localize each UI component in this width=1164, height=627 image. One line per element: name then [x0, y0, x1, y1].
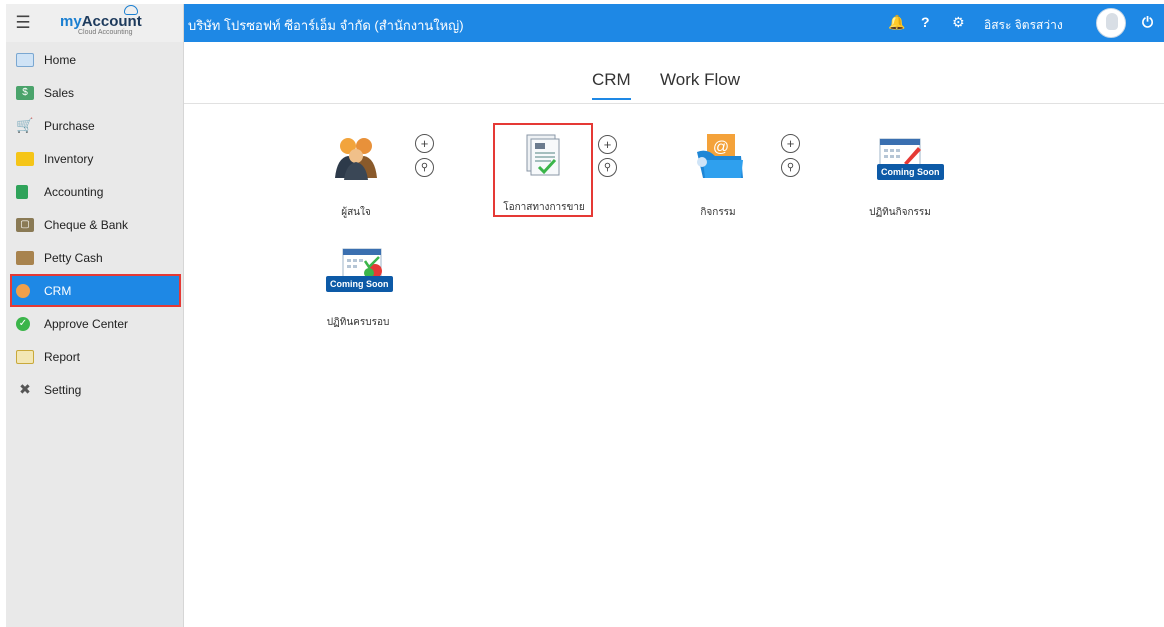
sidebar-item-label: Accounting — [44, 184, 104, 199]
help-icon[interactable]: ? — [921, 14, 930, 30]
bell-icon[interactable]: 🔔 — [888, 14, 905, 31]
book-icon — [16, 184, 28, 199]
tile-activity: @ + ⚲ กิจกรรม — [683, 127, 800, 218]
sidebar-item-crm[interactable]: CRM — [10, 274, 181, 307]
sales-icon: $ — [16, 85, 34, 100]
tools-icon: ✖ — [19, 381, 31, 397]
sidebar-item-label: Cheque & Bank — [44, 217, 129, 232]
coming-soon-badge: Coming Soon — [326, 276, 393, 292]
hamburger-menu-icon[interactable]: ☰ — [6, 13, 40, 33]
tile-label[interactable]: ปฏิทินครบรอบ — [303, 315, 413, 330]
sidebar-item-petty-cash[interactable]: Petty Cash — [6, 241, 183, 274]
sidebar-item-label: CRM — [44, 283, 72, 298]
sidebar-item-label: Setting — [44, 382, 82, 397]
sidebar-item-label: Approve Center — [44, 316, 129, 331]
logo-subtitle: Cloud Accounting — [78, 29, 133, 36]
top-bar: บริษัท โปรซอฟท์ ซีอาร์เอ็ม จำกัด (สำนักง… — [184, 4, 1164, 42]
logo-brand: myAccount — [60, 13, 142, 30]
sidebar-item-home[interactable]: Home — [6, 43, 183, 76]
tile-label[interactable]: ผู้สนใจ — [301, 205, 411, 220]
svg-text:@: @ — [713, 139, 729, 156]
tile-anniversary-calendar: Coming Soon ปฏิทินครบรอบ — [303, 237, 413, 330]
avatar[interactable] — [1096, 8, 1126, 38]
document-check-icon[interactable] — [525, 133, 563, 177]
tile-activity-calendar: Coming Soon ปฏิทินกิจกรรม — [845, 127, 955, 220]
sidebar-item-approve-center[interactable]: ✓ Approve Center — [6, 307, 183, 340]
check-icon: ✓ — [16, 316, 30, 331]
search-icon[interactable]: ⚲ — [598, 158, 617, 177]
add-icon[interactable]: + — [598, 135, 617, 154]
wallet-icon — [16, 250, 34, 265]
tile-label[interactable]: ปฏิทินกิจกรรม — [845, 205, 955, 220]
sidebar-item-label: Report — [44, 349, 81, 364]
sidebar: ☰ myAccount Cloud Accounting Home $ Sale… — [6, 4, 184, 627]
app-logo[interactable]: myAccount Cloud Accounting — [40, 4, 160, 42]
bank-icon: ▢ — [16, 217, 34, 232]
power-icon[interactable]: ⏻ — [1142, 14, 1153, 31]
add-icon[interactable]: + — [415, 134, 434, 153]
gear-icon[interactable]: ⚙ — [952, 14, 965, 31]
sidebar-menu: Home $ Sales 🛒 Purchase Inventory Accoun… — [6, 43, 183, 406]
tab-bar: CRM Work Flow — [184, 42, 1164, 104]
email-folder-icon[interactable]: @ — [693, 132, 747, 180]
sidebar-item-label: Inventory — [44, 151, 94, 166]
search-icon[interactable]: ⚲ — [781, 158, 800, 177]
sidebar-item-label: Purchase — [44, 118, 95, 133]
user-name[interactable]: อิสระ จิตรสว่าง — [984, 16, 1063, 35]
company-name[interactable]: บริษัท โปรซอฟท์ ซีอาร์เอ็ม จำกัด (สำนักง… — [188, 15, 464, 36]
sidebar-item-label: Sales — [44, 85, 75, 100]
tile-label[interactable]: โอกาสทางการขาย — [489, 200, 599, 215]
box-icon — [16, 151, 34, 166]
logo-row: ☰ myAccount Cloud Accounting — [6, 4, 183, 42]
coming-soon-badge: Coming Soon — [877, 164, 944, 180]
sidebar-item-accounting[interactable]: Accounting — [6, 175, 183, 208]
tab-crm[interactable]: CRM — [592, 70, 631, 100]
report-icon — [16, 349, 34, 364]
people-icon[interactable] — [332, 134, 380, 180]
search-icon[interactable]: ⚲ — [415, 158, 434, 177]
add-icon[interactable]: + — [781, 134, 800, 153]
sidebar-item-setting[interactable]: ✖ Setting — [6, 373, 183, 406]
tile-opportunity: + ⚲ โอกาสทางการขาย — [493, 123, 617, 218]
sidebar-item-purchase[interactable]: 🛒 Purchase — [6, 109, 183, 142]
sidebar-item-report[interactable]: Report — [6, 340, 183, 373]
sidebar-item-inventory[interactable]: Inventory — [6, 142, 183, 175]
home-icon — [16, 52, 34, 67]
tile-leads: + ⚲ ผู้สนใจ — [313, 127, 434, 218]
tab-work-flow[interactable]: Work Flow — [660, 70, 740, 90]
sidebar-item-sales[interactable]: $ Sales — [6, 76, 183, 109]
tile-label[interactable]: กิจกรรม — [663, 205, 773, 220]
sidebar-item-cheque-bank[interactable]: ▢ Cheque & Bank — [6, 208, 183, 241]
crm-icon — [16, 283, 30, 298]
sidebar-item-label: Home — [44, 52, 77, 67]
cart-icon: 🛒 — [16, 117, 34, 133]
sidebar-item-label: Petty Cash — [44, 250, 103, 265]
